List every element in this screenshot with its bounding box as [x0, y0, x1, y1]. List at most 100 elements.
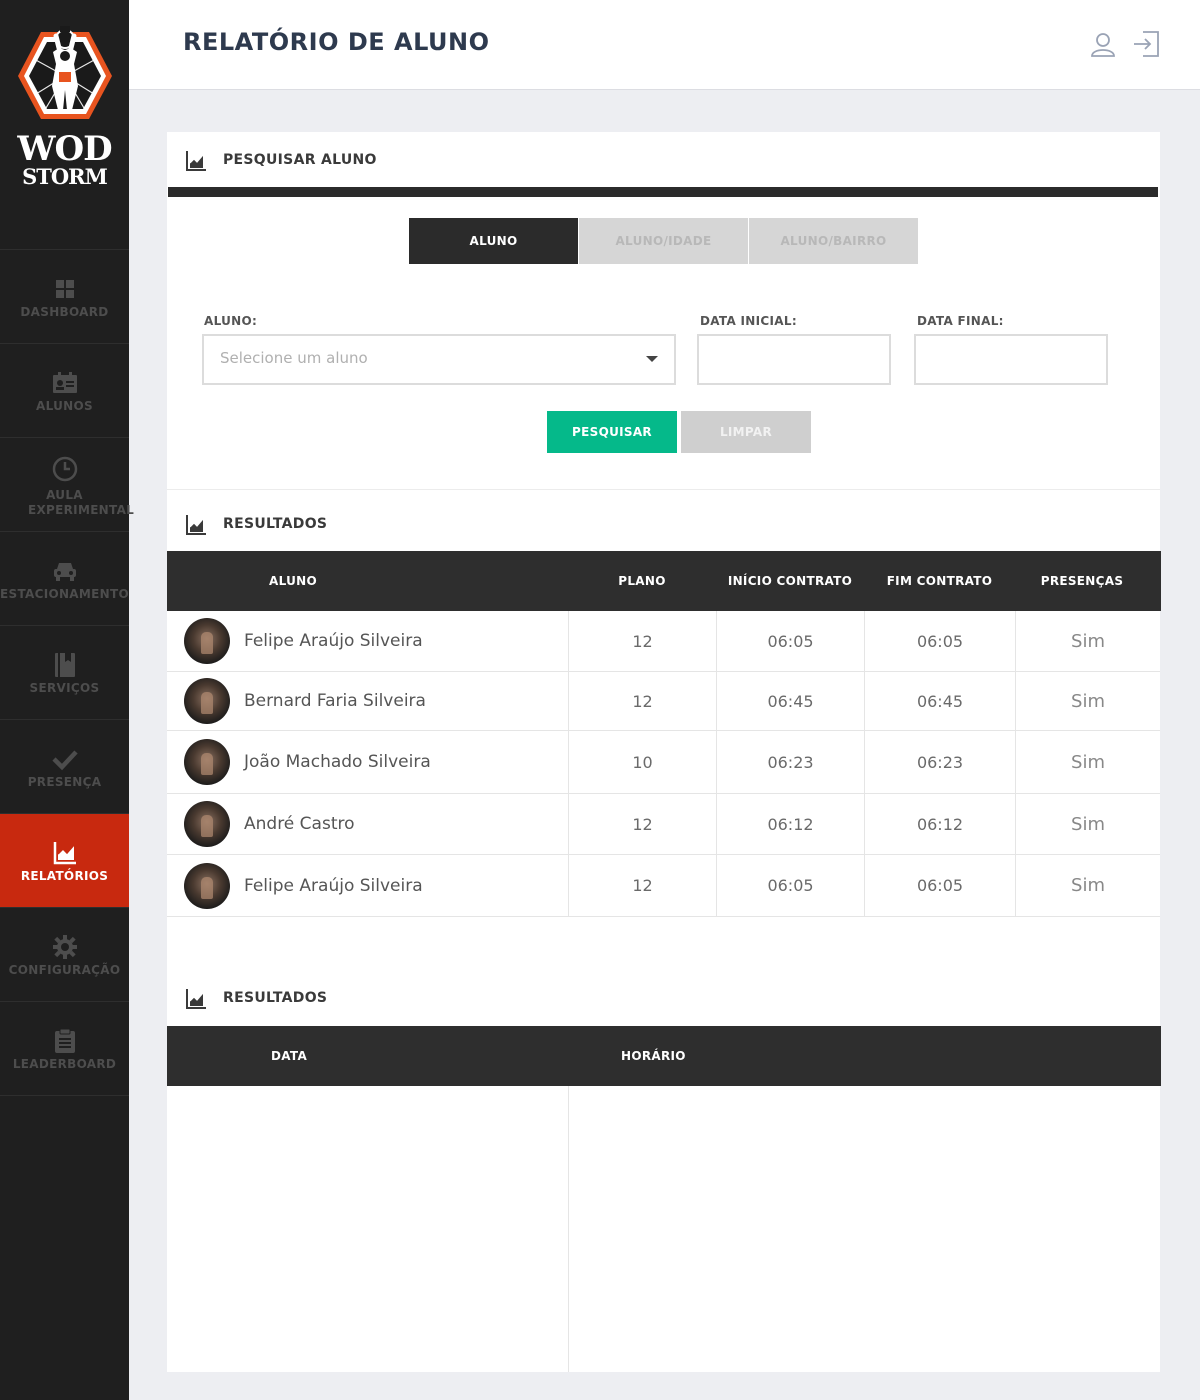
sidebar-item-label: AULA EXPERIMENTAL — [28, 488, 135, 517]
cell-inicio: 06:05 — [717, 611, 865, 671]
cell-plano: 12 — [569, 855, 717, 916]
clear-button[interactable]: LIMPAR — [681, 411, 811, 453]
column-separator — [568, 1086, 569, 1372]
sidebar-item-aula-experimental[interactable]: AULA EXPERIMENTAL — [0, 438, 135, 532]
results-section-header-2: RESULTADOS — [167, 970, 1160, 1028]
sidebar-item-label: PRESENÇA — [27, 775, 102, 789]
cell-aluno: Bernard Faria Silveira — [167, 672, 569, 730]
data-final-input[interactable] — [914, 334, 1108, 385]
table-row[interactable]: João Machado Silveira 10 06:23 06:23 Sim — [167, 731, 1160, 794]
chevron-down-icon — [646, 356, 658, 362]
report-panel: PESQUISAR ALUNO ALUNO ALUNO/IDADE ALUNO/… — [167, 132, 1161, 1372]
sidebar-item-servicos[interactable]: SERVIÇOS — [0, 626, 129, 720]
cell-presencas: Sim — [1071, 875, 1105, 896]
data-inicial-input[interactable] — [697, 334, 891, 385]
chart-icon — [186, 515, 206, 535]
student-name: Felipe Araújo Silveira — [244, 631, 423, 651]
student-name: André Castro — [244, 814, 355, 834]
brand-name-line2: STORM — [22, 164, 108, 189]
tab-aluno-bairro[interactable]: ALUNO/BAIRRO — [749, 218, 918, 264]
avatar — [184, 801, 230, 847]
cell-inicio: 06:45 — [717, 672, 865, 730]
column-header-aluno[interactable]: ALUNO — [167, 551, 419, 611]
student-name: Felipe Araújo Silveira — [244, 875, 423, 896]
sidebar-item-alunos[interactable]: ALUNOS — [0, 344, 129, 438]
sidebar-item-label: ESTACIONAMENTO — [0, 587, 129, 601]
search-button[interactable]: PESQUISAR — [547, 411, 677, 453]
table-row[interactable]: Felipe Araújo Silveira 12 06:05 06:05 Si… — [167, 611, 1160, 672]
section-divider-bar — [168, 187, 1158, 197]
cell-fim: 06:23 — [865, 731, 1016, 793]
cell-plano: 12 — [569, 794, 717, 854]
sidebar: WOD STORM DASHBOARD ALUNOS AULA EXPERIME… — [0, 0, 135, 1400]
cell-presencas: Sim — [1071, 751, 1105, 773]
cell-presencas: Sim — [1071, 630, 1105, 652]
avatar — [184, 618, 230, 664]
clipboard-icon — [54, 1028, 75, 1053]
id-card-icon — [52, 372, 77, 393]
cell-fim: 06:05 — [865, 855, 1016, 916]
gear-icon — [52, 935, 77, 959]
sidebar-item-leaderboard[interactable]: LEADERBOARD — [0, 1002, 129, 1096]
cell-fim: 06:12 — [865, 794, 1016, 854]
cell-plano: 10 — [569, 731, 717, 793]
sidebar-item-label: DASHBOARD — [20, 305, 109, 319]
sidebar-item-label: SERVIÇOS — [29, 681, 100, 695]
sidebar-item-label: ALUNOS — [36, 399, 93, 413]
column-header-inicio-contrato[interactable]: INÍCIO CONTRATO — [716, 551, 864, 611]
section-title: RESULTADOS — [223, 516, 328, 532]
chart-icon — [186, 989, 206, 1009]
data-inicial-label: DATA INICIAL: — [700, 314, 797, 328]
wod-storm-logo-icon — [18, 26, 112, 119]
sidebar-item-configuracao[interactable]: CONFIGURAÇÃO — [0, 908, 129, 1002]
sidebar-item-presenca[interactable]: PRESENÇA — [0, 720, 129, 814]
cell-fim: 06:45 — [865, 672, 1016, 730]
cell-plano: 12 — [569, 611, 717, 671]
brand-name-line1: WOD — [17, 129, 112, 169]
column-header-plano[interactable]: PLANO — [568, 551, 716, 611]
sidebar-item-dashboard[interactable]: DASHBOARD — [0, 250, 129, 344]
column-header-data[interactable]: DATA — [271, 1026, 345, 1086]
sidebar-item-label: LEADERBOARD — [12, 1057, 117, 1071]
section-divider — [167, 489, 1160, 490]
table-row[interactable]: Felipe Araújo Silveira 12 06:05 06:05 Si… — [167, 855, 1160, 917]
sidebar-item-label: RELATÓRIOS — [20, 869, 109, 883]
section-title: RESULTADOS — [223, 990, 328, 1006]
logout-icon[interactable] — [1132, 30, 1160, 58]
user-profile-icon[interactable] — [1089, 30, 1117, 58]
cell-aluno: André Castro — [167, 794, 569, 854]
cell-inicio: 06:12 — [717, 794, 865, 854]
tab-aluno-idade[interactable]: ALUNO/IDADE — [579, 218, 748, 264]
cell-inicio: 06:23 — [717, 731, 865, 793]
table-row[interactable]: André Castro 12 06:12 06:12 Sim — [167, 794, 1160, 855]
chart-icon — [53, 842, 76, 865]
results-section-header: RESULTADOS — [167, 496, 1160, 554]
table-row[interactable]: Bernard Faria Silveira 12 06:45 06:45 Si… — [167, 672, 1160, 731]
cell-presencas: Sim — [1071, 813, 1105, 835]
student-name: Bernard Faria Silveira — [244, 691, 426, 711]
chart-icon — [186, 151, 206, 171]
aluno-select-placeholder: Selecione um aluno — [220, 349, 368, 367]
cell-inicio: 06:05 — [717, 855, 865, 916]
check-icon — [51, 750, 78, 771]
tab-aluno[interactable]: ALUNO — [409, 218, 578, 264]
cell-aluno: João Machado Silveira — [167, 731, 569, 793]
brand-logo[interactable]: WOD STORM — [0, 0, 129, 250]
sidebar-item-relatorios[interactable]: RELATÓRIOS — [0, 814, 129, 908]
sidebar-item-estacionamento[interactable]: ESTACIONAMENTO — [0, 532, 129, 626]
column-header-fim-contrato[interactable]: FIM CONTRATO — [864, 551, 1015, 611]
column-header-presencas[interactable]: PRESENÇAS — [1015, 551, 1149, 611]
car-icon — [53, 563, 76, 581]
aluno-field-label: ALUNO: — [204, 314, 258, 328]
top-header: RELATÓRIO DE ALUNO — [129, 0, 1200, 90]
data-final-label: DATA FINAL: — [917, 314, 1004, 328]
column-header-horario[interactable]: HORÁRIO — [621, 1026, 721, 1086]
sidebar-item-label: CONFIGURAÇÃO — [8, 963, 121, 977]
avatar — [184, 678, 230, 724]
book-icon — [54, 653, 75, 677]
results-table-header: ALUNO PLANO INÍCIO CONTRATO FIM CONTRATO… — [167, 551, 1161, 611]
search-section-header: PESQUISAR ALUNO — [167, 132, 1160, 190]
cell-plano: 12 — [569, 672, 717, 730]
section-title: PESQUISAR ALUNO — [223, 152, 377, 168]
aluno-select[interactable]: Selecione um aluno — [202, 334, 676, 385]
